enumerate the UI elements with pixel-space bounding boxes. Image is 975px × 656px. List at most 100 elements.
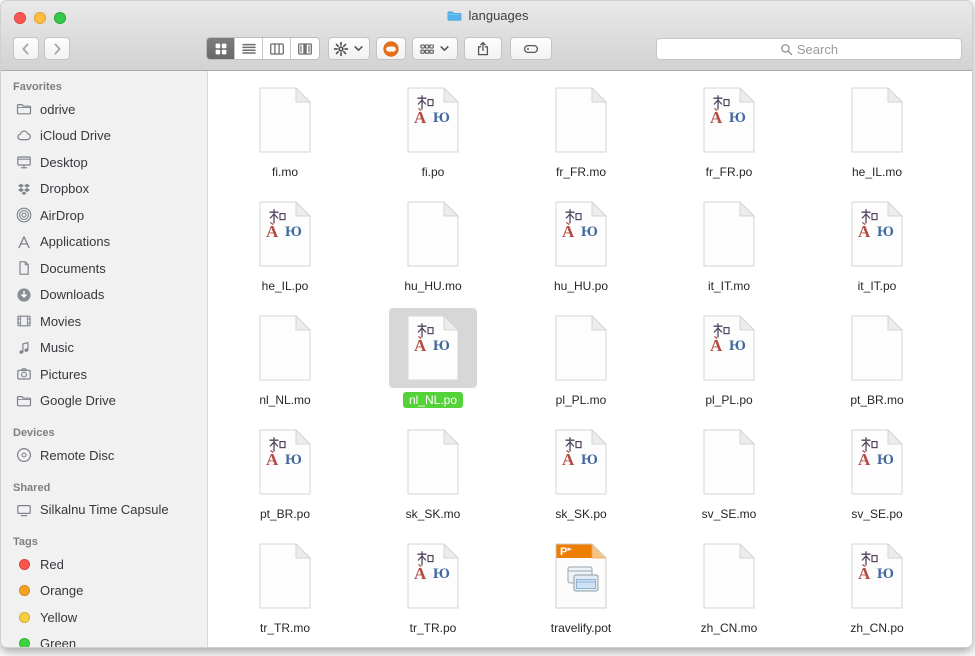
document-icon <box>16 260 32 276</box>
sidebar-section-shared: Shared Silkalnu Time Capsule <box>1 480 207 524</box>
file-item[interactable]: ÀЮsk_SK.po <box>507 421 655 535</box>
list-view-button[interactable] <box>235 38 263 59</box>
sidebar-item-orange[interactable]: Orange <box>1 578 207 605</box>
coverflow-view-button[interactable] <box>291 38 319 59</box>
file-item[interactable]: ÀЮzh_CN.po <box>803 535 951 647</box>
file-item[interactable]: fi.mo <box>211 79 359 193</box>
odrive-button[interactable] <box>376 37 406 60</box>
sidebar: FavoritesodriveiCloud DriveDesktopDropbo… <box>1 71 208 647</box>
blank-document-icon <box>537 308 625 388</box>
file-item[interactable]: ÀЮtr_TR.po <box>359 535 507 647</box>
toolbar: Search <box>1 36 972 62</box>
cloud-icon <box>16 128 32 144</box>
sidebar-item-silkalnu-time-capsule[interactable]: Silkalnu Time Capsule <box>1 497 207 524</box>
file-name: sv_SE.mo <box>696 506 763 522</box>
chevron-right-icon <box>49 41 65 57</box>
forward-button[interactable] <box>44 37 70 60</box>
file-item[interactable]: he_IL.mo <box>803 79 951 193</box>
dropbox-icon <box>16 181 32 197</box>
sidebar-section-devices: Devices Remote Disc <box>1 425 207 469</box>
column-view-button[interactable] <box>263 38 291 59</box>
downloads-icon <box>16 287 32 303</box>
minimize-button[interactable] <box>34 12 46 24</box>
blank-document-icon <box>389 422 477 502</box>
file-item[interactable]: sv_SE.mo <box>655 421 803 535</box>
sidebar-item-label: Desktop <box>40 155 88 170</box>
sidebar-item-pictures[interactable]: Pictures <box>1 361 207 388</box>
po-document-icon: ÀЮ <box>241 194 329 274</box>
cyrillic-yu-glyph: Ю <box>581 225 598 240</box>
zoom-button[interactable] <box>54 12 66 24</box>
file-item[interactable]: pl_PL.mo <box>507 307 655 421</box>
blank-document-icon <box>241 536 329 616</box>
window-content: FavoritesodriveiCloud DriveDesktopDropbo… <box>1 71 972 647</box>
file-item[interactable]: hu_HU.mo <box>359 193 507 307</box>
poedit-document-icon: P <box>537 536 625 616</box>
sidebar-item-movies[interactable]: Movies <box>1 308 207 335</box>
file-item[interactable]: ÀЮnl_NL.po <box>359 307 507 421</box>
file-item[interactable]: ÀЮit_IT.po <box>803 193 951 307</box>
file-name: it_IT.po <box>852 278 903 294</box>
display-icon <box>16 502 32 518</box>
sidebar-item-red[interactable]: Red <box>1 551 207 578</box>
back-button[interactable] <box>13 37 39 60</box>
sidebar-item-music[interactable]: Music <box>1 335 207 362</box>
sidebar-section-title: Shared <box>1 480 207 497</box>
tag-button[interactable] <box>510 37 552 60</box>
file-item[interactable]: zh_CN.mo <box>655 535 803 647</box>
search-placeholder: Search <box>797 42 838 57</box>
blank-document-icon <box>241 308 329 388</box>
file-item[interactable]: ÀЮ pl_PL.po <box>655 307 803 421</box>
sidebar-item-icloud-drive[interactable]: iCloud Drive <box>1 123 207 150</box>
file-item[interactable]: Ptravelify.pot <box>507 535 655 647</box>
file-name: hu_HU.mo <box>398 278 467 294</box>
file-item[interactable]: it_IT.mo <box>655 193 803 307</box>
sidebar-item-remote-disc[interactable]: Remote Disc <box>1 442 207 469</box>
action-menu-button[interactable] <box>328 37 370 60</box>
file-item[interactable]: pt_BR.mo <box>803 307 951 421</box>
window-title-area: languages <box>1 8 972 23</box>
po-document-icon: ÀЮ <box>389 80 477 160</box>
file-item[interactable]: fr_FR.mo <box>507 79 655 193</box>
file-item[interactable]: ÀЮfr_FR.po <box>655 79 803 193</box>
blank-document-icon <box>685 422 773 502</box>
file-browser: fi.moÀЮfi.pofr_FR.moÀЮfr_FR.pohe_IL.moÀЮ… <box>208 71 972 647</box>
latin-a-grave-glyph: À <box>858 223 870 240</box>
file-name: hu_HU.po <box>548 278 614 294</box>
sidebar-item-label: Silkalnu Time Capsule <box>40 502 169 517</box>
sidebar-item-applications[interactable]: Applications <box>1 229 207 256</box>
arrange-menu-button[interactable] <box>412 37 458 60</box>
file-item[interactable]: tr_TR.mo <box>211 535 359 647</box>
file-name: he_IL.mo <box>846 164 908 180</box>
sidebar-item-label: Documents <box>40 261 106 276</box>
icon-view-button[interactable] <box>207 38 235 59</box>
folder-icon <box>16 393 32 409</box>
sidebar-item-airdrop[interactable]: AirDrop <box>1 202 207 229</box>
file-item[interactable]: ÀЮsv_SE.po <box>803 421 951 535</box>
file-item[interactable]: ÀЮhe_IL.po <box>211 193 359 307</box>
sidebar-item-dropbox[interactable]: Dropbox <box>1 176 207 203</box>
share-button[interactable] <box>464 37 502 60</box>
sidebar-item-google-drive[interactable]: Google Drive <box>1 388 207 415</box>
file-item[interactable]: sk_SK.mo <box>359 421 507 535</box>
sidebar-section-title: Devices <box>1 425 207 442</box>
file-name: tr_TR.mo <box>254 620 316 636</box>
file-name: fi.po <box>416 164 451 180</box>
sidebar-section-tags: TagsRedOrangeYellowGreen <box>1 534 207 647</box>
cyrillic-yu-glyph: Ю <box>877 567 894 582</box>
search-input[interactable]: Search <box>656 38 962 60</box>
file-item[interactable]: ÀЮ fi.po <box>359 79 507 193</box>
close-button[interactable] <box>14 12 26 24</box>
file-item[interactable]: nl_NL.mo <box>211 307 359 421</box>
sidebar-item-documents[interactable]: Documents <box>1 255 207 282</box>
sidebar-item-label: Remote Disc <box>40 448 114 463</box>
po-document-icon: ÀЮ <box>685 308 773 388</box>
file-name: pl_PL.po <box>699 392 758 408</box>
sidebar-item-desktop[interactable]: Desktop <box>1 149 207 176</box>
sidebar-item-green[interactable]: Green <box>1 631 207 648</box>
file-item[interactable]: ÀЮhu_HU.po <box>507 193 655 307</box>
sidebar-item-yellow[interactable]: Yellow <box>1 604 207 631</box>
sidebar-item-downloads[interactable]: Downloads <box>1 282 207 309</box>
file-item[interactable]: ÀЮpt_BR.po <box>211 421 359 535</box>
sidebar-item-odrive[interactable]: odrive <box>1 96 207 123</box>
